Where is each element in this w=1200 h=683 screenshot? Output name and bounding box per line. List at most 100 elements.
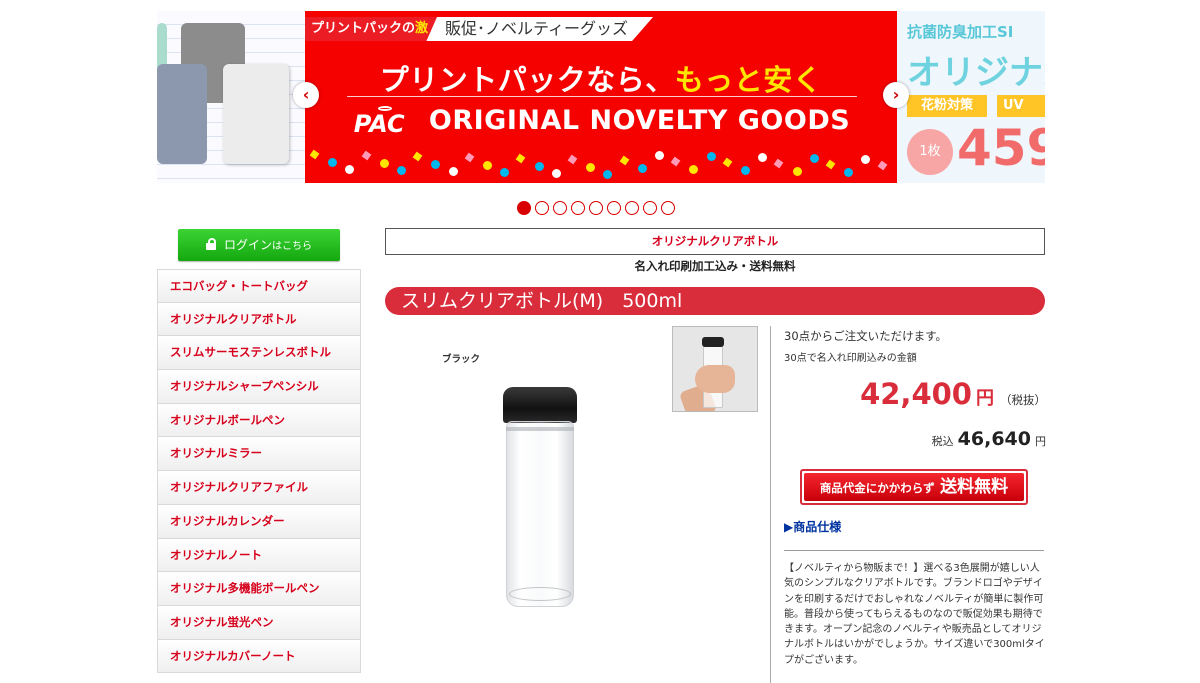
confetti-piece — [809, 154, 819, 163]
banner-headline: プリントパックなら、もっと安く — [379, 63, 823, 97]
carousel-dot[interactable] — [661, 201, 675, 215]
confetti-piece — [483, 161, 492, 170]
confetti-piece — [534, 162, 544, 171]
next-slide-top-text: 抗菌防臭加工SI — [907, 23, 1014, 41]
column-divider — [770, 326, 771, 683]
next-slide-price: 459 — [957, 119, 1045, 177]
confetti-piece — [551, 169, 561, 178]
next-slide-tag: UV — [997, 95, 1045, 117]
min-order-text: 30点からご注文いただけます。 — [784, 329, 947, 343]
lock-icon — [205, 238, 216, 250]
confetti-piece — [877, 160, 887, 171]
confetti-piece — [567, 154, 578, 165]
confetti-piece — [345, 165, 355, 174]
next-slide-headline: オリジナル — [907, 53, 1045, 93]
carousel-dot[interactable] — [535, 201, 549, 215]
confetti-piece — [792, 167, 802, 176]
confetti-piece — [516, 153, 526, 164]
min-order-note: 30点で名入れ印刷込みの金額 — [784, 353, 917, 364]
free-shipping-badge: 商品代金にかかわらず 送料無料 — [800, 469, 1028, 505]
sidebar-item-thermo-bottle[interactable]: スリムサーモステンレスボトル — [157, 336, 361, 371]
carousel-dot[interactable] — [625, 201, 639, 215]
confetti-piece — [619, 155, 629, 166]
tax-included-row: 税込 46,640 円 — [784, 428, 1046, 450]
confetti-piece — [448, 167, 458, 176]
color-label: ブラック — [442, 354, 481, 365]
banner-slide-next-preview: 抗菌防臭加工SI オリジナル 花粉対策 UV 1枚 459 — [897, 11, 1045, 183]
divider — [784, 550, 1044, 551]
login-suffix: はこちら — [272, 241, 312, 252]
confetti-piece — [637, 164, 647, 173]
free-shipping-note: 商品代金にかかわらず — [819, 481, 935, 495]
confetti-piece — [379, 159, 389, 168]
confetti-piece — [774, 158, 784, 169]
banner-tag-highlight: プリントパックの激安 — [305, 17, 437, 41]
confetti-piece — [825, 159, 836, 170]
confetti-piece — [758, 153, 768, 162]
confetti-piece — [844, 168, 854, 177]
confetti-piece — [361, 150, 371, 161]
sidebar-item-highlighter[interactable]: オリジナル蛍光ペン — [157, 605, 361, 640]
confetti-piece — [431, 160, 441, 169]
banner-brand-text: ORIGINAL NOVELTY GOODS — [428, 105, 851, 136]
price-unit: 円 — [976, 388, 994, 409]
notebook-image — [157, 64, 207, 164]
sidebar-item-ballpoint-pen[interactable]: オリジナルボールペン — [157, 403, 361, 438]
confetti-piece — [603, 170, 613, 179]
sidebar-item-notebook[interactable]: オリジナルノート — [157, 538, 361, 573]
carousel-dot[interactable] — [607, 201, 621, 215]
carousel-dot[interactable] — [589, 201, 603, 215]
tax-note: （税抜） — [1000, 393, 1046, 407]
confetti-piece — [309, 149, 320, 160]
sidebar-item-mechanical-pencil[interactable]: オリジナルシャープペンシル — [157, 370, 361, 404]
tax-included-price: 46,640 — [957, 428, 1031, 450]
category-subheading: 名入れ印刷加工込み・送料無料 — [634, 259, 796, 273]
pac-logo: PAC — [352, 105, 424, 138]
sidebar-item-eco-bag[interactable]: エコバッグ・トートバッグ — [157, 269, 361, 303]
login-label: ログイン — [223, 238, 272, 252]
confetti-piece — [412, 151, 423, 162]
carousel-dot[interactable] — [571, 201, 585, 215]
category-menu: エコバッグ・トートバッグ オリジナルクリアボトル スリムサーモステンレスボトル … — [157, 269, 361, 674]
sidebar-item-clear-bottle[interactable]: オリジナルクリアボトル — [157, 302, 361, 337]
free-shipping-label: 送料無料 — [940, 477, 1009, 497]
confetti-piece — [670, 156, 681, 167]
banner-tag-text: 販促･ノベルティーグッズ — [445, 19, 629, 38]
hero-banner[interactable]: プリントパックの激安 販促･ノベルティーグッズ プリントパックなら、もっと安く … — [157, 11, 1045, 183]
product-description: 【ノベルティから物販まで！】選べる3色展開が嬉しい人気のシンプルなクリアボトルで… — [784, 563, 1045, 666]
confetti-piece — [397, 166, 406, 175]
product-image — [503, 387, 577, 609]
price-value: 42,400 — [860, 377, 972, 411]
chevron-left-icon[interactable]: ‹ — [293, 82, 319, 108]
chevron-right-icon[interactable]: › — [883, 82, 909, 108]
category-heading: オリジナルクリアボトル — [385, 228, 1045, 255]
carousel-dot[interactable] — [643, 201, 657, 215]
login-button[interactable]: ログインはこちら — [178, 229, 340, 261]
confetti-piece — [586, 163, 596, 172]
product-thumbnail[interactable] — [672, 326, 758, 412]
confetti-decoration — [305, 149, 897, 183]
tax-included-unit: 円 — [1035, 435, 1046, 448]
sidebar-item-cover-notebook[interactable]: オリジナルカバーノート — [157, 639, 361, 674]
confetti-piece — [689, 165, 699, 174]
tax-included-label: 税込 — [931, 435, 954, 448]
sidebar-item-clear-file[interactable]: オリジナルクリアファイル — [157, 471, 361, 505]
banner-divider — [347, 96, 857, 97]
sidebar-item-calendar[interactable]: オリジナルカレンダー — [157, 504, 361, 539]
confetti-piece — [861, 155, 871, 164]
notebook-image — [223, 64, 289, 164]
confetti-piece — [464, 152, 475, 163]
confetti-piece — [500, 168, 510, 177]
confetti-piece — [706, 152, 716, 161]
spec-link[interactable]: ▶商品仕様 — [784, 518, 841, 535]
next-slide-tag: 花粉対策 — [907, 95, 987, 117]
product-title: スリムクリアボトル(M) 500ml — [385, 287, 1045, 315]
carousel-dot[interactable] — [517, 201, 531, 215]
confetti-piece — [655, 151, 664, 160]
sidebar-item-mirror[interactable]: オリジナルミラー — [157, 437, 361, 472]
sidebar-item-multi-pen[interactable]: オリジナル多機能ボールペン — [157, 572, 361, 606]
banner-slide-active[interactable]: プリントパックの激安 販促･ノベルティーグッズ プリントパックなら、もっと安く … — [305, 11, 897, 183]
confetti-piece — [722, 157, 733, 168]
carousel-dot[interactable] — [553, 201, 567, 215]
next-slide-badge: 1枚 — [907, 129, 953, 175]
